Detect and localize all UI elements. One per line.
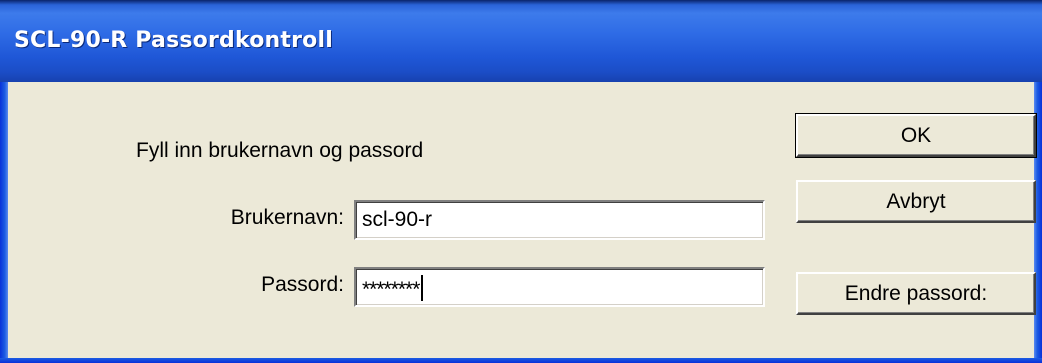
dialog-body: Fyll inn brukernavn og passord Brukernav… [8, 82, 1037, 358]
cancel-button[interactable]: Avbryt [796, 180, 1036, 223]
window-frame-left [0, 82, 8, 363]
password-label: Passord: [261, 273, 344, 296]
password-value: ******** [362, 278, 420, 301]
ok-button[interactable]: OK [795, 113, 1037, 158]
password-input[interactable]: ******** [354, 267, 765, 307]
username-label: Brukernavn: [230, 206, 344, 229]
instruction-text: Fyll inn brukernavn og passord [136, 139, 424, 162]
text-cursor [421, 275, 424, 301]
window-title: SCL-90-R Passordkontroll [14, 28, 333, 53]
title-bar[interactable]: SCL-90-R Passordkontroll [0, 0, 1042, 82]
change-password-button[interactable]: Endre passord: [796, 272, 1036, 315]
login-dialog: SCL-90-R Passordkontroll Fyll inn bruker… [0, 0, 1042, 363]
username-value: scl-90-r [362, 208, 433, 231]
window-frame-bottom [0, 358, 1042, 363]
username-input[interactable]: scl-90-r [354, 200, 765, 240]
